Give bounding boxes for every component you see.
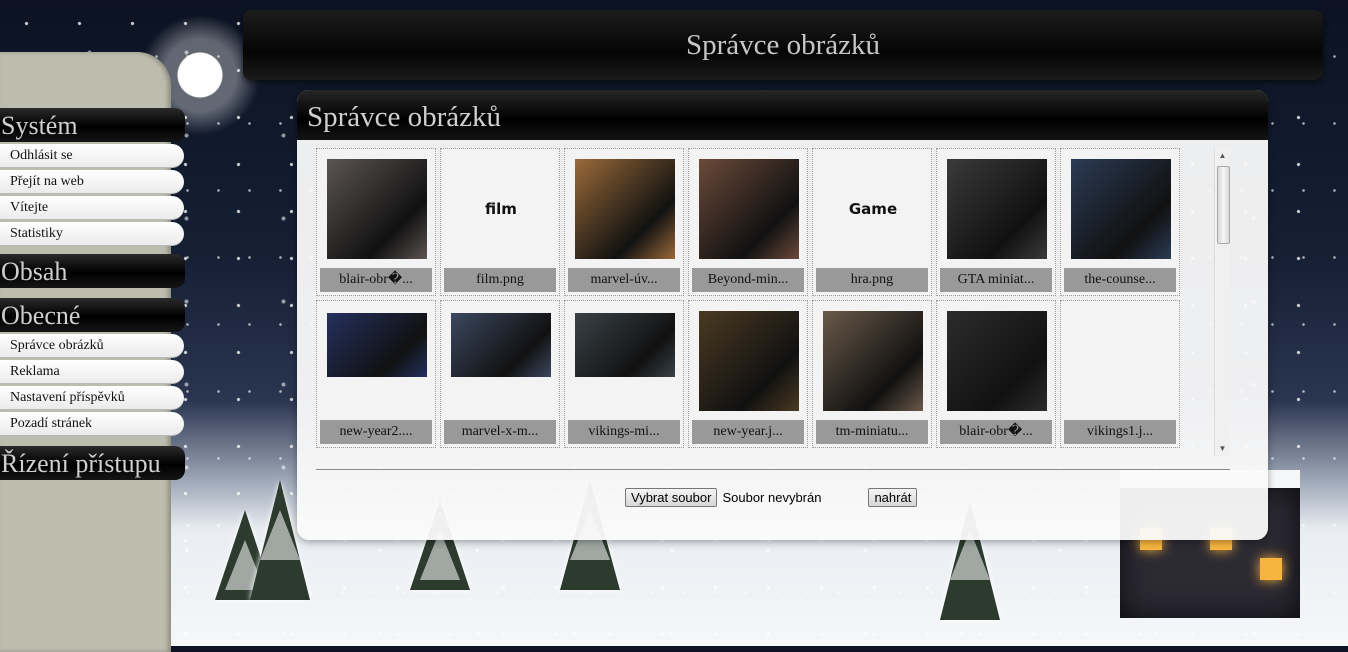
image-thumbnail[interactable] (947, 159, 1047, 259)
image-tile[interactable]: tm-miniatu... (812, 300, 932, 448)
image-caption: blair-obr�... (320, 268, 432, 292)
image-tile[interactable]: the-counse... (1060, 148, 1180, 296)
image-tile[interactable]: Beyond-min... (688, 148, 808, 296)
sidebar-item-go-to-web[interactable]: Přejít na web (0, 170, 184, 194)
image-manager-panel: Správce obrázků blair-obr�... film film.pn… (297, 90, 1268, 540)
upload-button[interactable]: nahrát (868, 488, 918, 507)
image-tile[interactable]: blair-obr�... (316, 148, 436, 296)
image-grid: blair-obr�... film film.png marvel-úv... Bey… (316, 148, 1218, 456)
image-caption: marvel-úv... (568, 268, 680, 292)
image-tile[interactable]: Game hra.png (812, 148, 932, 296)
image-tile[interactable]: vikings-mi... (564, 300, 684, 448)
image-caption: marvel-x-m... (444, 420, 556, 444)
image-caption: tm-miniatu... (816, 420, 928, 444)
banner-title: Správce obrázků (685, 28, 881, 61)
image-thumbnail[interactable] (451, 313, 551, 377)
image-tile[interactable]: marvel-úv... (564, 148, 684, 296)
section-title-access-control[interactable]: Řízení přístupu (0, 446, 185, 480)
sidebar-item-welcome[interactable]: Vítejte (0, 196, 184, 220)
top-banner: Správce obrázků (243, 10, 1323, 80)
image-caption: film.png (444, 268, 556, 292)
upload-form: Vybrat soubor Soubor nevybrán nahrát (625, 488, 918, 507)
section-title-general: Obecné (0, 298, 185, 332)
image-tile[interactable]: new-year2.... (316, 300, 436, 448)
image-tile[interactable]: vikings1.j... (1060, 300, 1180, 448)
panel-header: Správce obrázků (297, 90, 1268, 140)
sidebar-item-advertising[interactable]: Reklama (0, 360, 184, 384)
image-thumbnail[interactable] (699, 159, 799, 259)
image-thumbnail[interactable] (699, 311, 799, 411)
image-thumbnail[interactable] (327, 159, 427, 259)
section-title-content[interactable]: Obsah (0, 254, 185, 288)
image-thumbnail[interactable] (947, 311, 1047, 411)
image-tile[interactable]: new-year.j... (688, 300, 808, 448)
section-title-system: Systém (0, 108, 185, 142)
sidebar-item-image-manager[interactable]: Správce obrázků (0, 334, 184, 358)
sidebar-item-logout[interactable]: Odhlásit se (0, 144, 184, 168)
scroll-down-icon[interactable]: ▼ (1215, 441, 1230, 456)
image-caption: vikings-mi... (568, 420, 680, 444)
sidebar-item-post-settings[interactable]: Nastavení příspěvků (0, 386, 184, 410)
image-caption: vikings1.j... (1064, 420, 1176, 444)
image-thumbnail[interactable] (823, 311, 923, 411)
choose-file-button[interactable]: Vybrat soubor (625, 488, 718, 507)
image-thumbnail[interactable] (1071, 159, 1171, 259)
grid-scrollbar[interactable]: ▲ ▼ (1214, 148, 1230, 456)
divider (316, 469, 1230, 470)
image-tile[interactable]: film film.png (440, 148, 560, 296)
thumbnail-text: Game (848, 200, 898, 218)
image-tile[interactable]: marvel-x-m... (440, 300, 560, 448)
image-caption: GTA miniat... (940, 268, 1052, 292)
file-status: Soubor nevybrán (722, 490, 822, 505)
image-thumbnail[interactable]: Game (823, 159, 923, 259)
sidebar: Systém Odhlásit se Přejít na web Vítejte… (0, 52, 185, 652)
image-thumbnail[interactable] (575, 159, 675, 259)
image-caption: blair-obr�... (940, 420, 1052, 444)
image-caption: new-year.j... (692, 420, 804, 444)
sidebar-item-statistics[interactable]: Statistiky (0, 222, 184, 246)
image-tile[interactable]: GTA miniat... (936, 148, 1056, 296)
thumbnail-text: film (485, 200, 517, 218)
panel-title: Správce obrázků (307, 101, 502, 133)
sidebar-item-page-background[interactable]: Pozadí stránek (0, 412, 184, 436)
image-thumbnail[interactable] (1071, 311, 1171, 411)
image-thumbnail[interactable]: film (451, 159, 551, 259)
image-caption: the-counse... (1064, 268, 1176, 292)
scroll-up-icon[interactable]: ▲ (1215, 148, 1230, 163)
image-thumbnail[interactable] (327, 313, 427, 377)
image-caption: new-year2.... (320, 420, 432, 444)
image-tile[interactable]: blair-obr�... (936, 300, 1056, 448)
scrollbar-thumb[interactable] (1217, 166, 1230, 244)
image-caption: Beyond-min... (692, 268, 804, 292)
image-caption: hra.png (816, 268, 928, 292)
image-thumbnail[interactable] (575, 313, 675, 377)
